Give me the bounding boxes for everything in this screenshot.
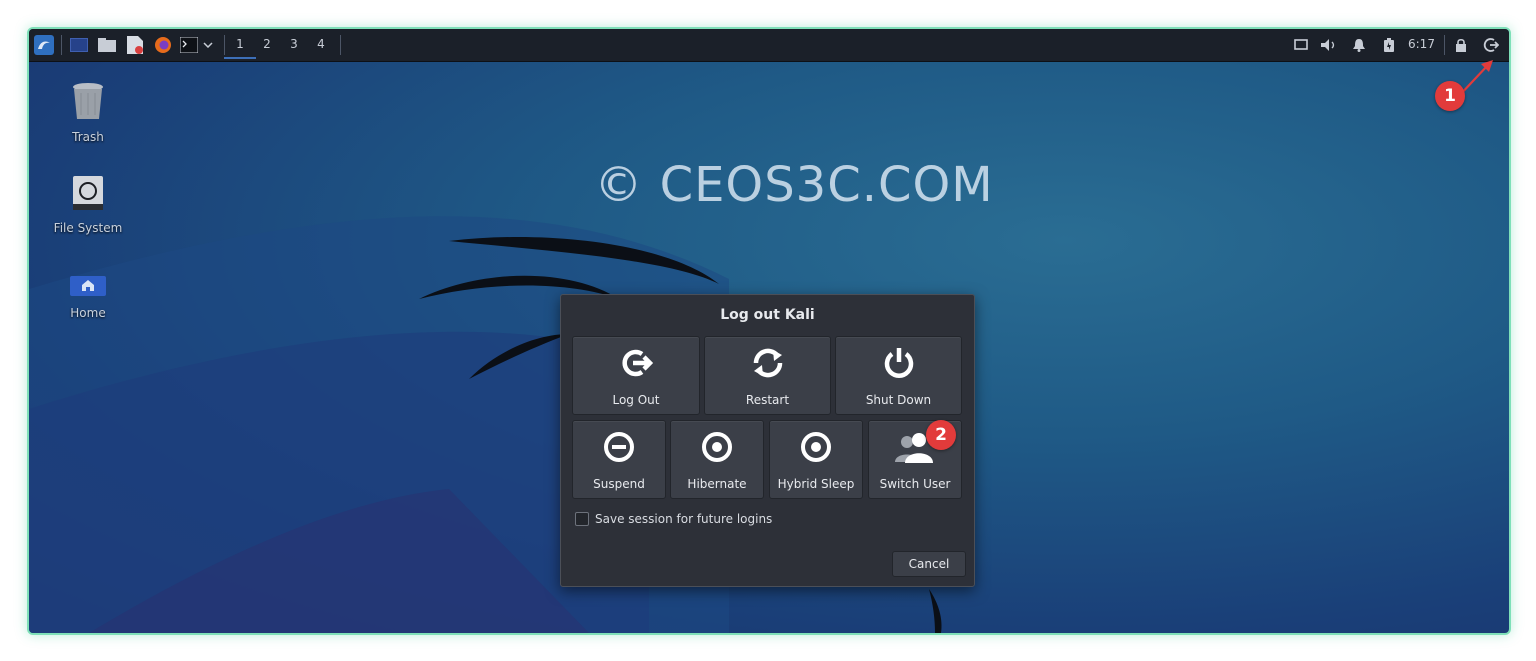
shut-down-button[interactable]: Shut Down [835,336,962,415]
cancel-button[interactable]: Cancel [892,551,966,577]
hybrid-sleep-icon [770,430,862,464]
logout-icon[interactable] [1481,35,1501,55]
panel-separator [340,35,341,55]
suspend-icon [573,430,665,464]
panel-separator [61,35,62,55]
panel-clock[interactable]: 6:17 [1408,37,1435,51]
trash-icon [73,83,103,119]
button-label: Suspend [593,477,645,491]
desktop-icon-trash[interactable]: Trash [43,81,133,144]
log-out-button[interactable]: Log Out [572,336,700,415]
power-icon [836,346,961,380]
desktop-screenshot: 1 2 3 4 6:17 Trash File System Home © CE… [27,27,1511,635]
logout-dialog: Log out Kali Log Out Restart Shut Down S… [560,294,975,587]
desktop-icon-label: Home [70,306,106,320]
panel-separator [1444,35,1445,55]
home-folder-icon [70,276,106,296]
top-panel: 1 2 3 4 6:17 [29,29,1509,62]
button-label: Log Out [612,393,660,407]
suspend-button[interactable]: Suspend [572,420,666,499]
desktop-icon-label: File System [53,221,123,235]
text-editor-icon[interactable] [125,35,145,55]
annotation-badge-2: 2 [926,420,956,450]
save-session-label: Save session for future logins [595,512,773,526]
restart-button[interactable]: Restart [704,336,831,415]
battery-icon[interactable] [1379,35,1399,55]
notification-bell-icon[interactable] [1349,35,1369,55]
desktop-icon-file-system[interactable]: File System [43,174,133,235]
hibernate-button[interactable]: Hibernate [670,420,764,499]
logout-icon [573,346,699,380]
dialog-title: Log out Kali [720,307,815,323]
display-icon[interactable] [1291,35,1311,55]
desktop-icon-label: Trash [72,130,104,144]
button-label: Switch User [879,477,951,491]
panel-separator [224,35,225,55]
firefox-icon[interactable] [153,35,173,55]
watermark-text: © CEOS3C.COM [594,157,994,213]
show-desktop-icon[interactable] [69,35,89,55]
lock-icon[interactable] [1451,35,1471,55]
button-label: Restart [745,393,790,407]
button-label: Hybrid Sleep [777,477,855,491]
save-session-checkbox-row[interactable]: Save session for future logins [575,512,772,526]
button-label: Hibernate [687,477,747,491]
restart-icon [705,346,830,380]
hybrid-sleep-button[interactable]: Hybrid Sleep [769,420,863,499]
drive-icon [73,176,103,210]
annotation-badge-1: 1 [1435,81,1465,111]
workspace-4[interactable]: 4 [311,37,331,51]
volume-icon[interactable] [1319,35,1339,55]
kali-menu-icon[interactable] [33,35,55,55]
save-session-checkbox[interactable] [575,512,589,526]
button-label: Shut Down [865,393,932,407]
chevron-down-icon[interactable] [201,35,215,55]
workspace-3[interactable]: 3 [284,37,304,51]
terminal-icon[interactable] [179,35,199,55]
desktop-icon-home[interactable]: Home [43,275,133,320]
file-manager-icon[interactable] [97,35,117,55]
workspace-1[interactable]: 1 [224,37,256,59]
workspace-2[interactable]: 2 [257,37,277,51]
hibernate-icon [671,430,763,464]
